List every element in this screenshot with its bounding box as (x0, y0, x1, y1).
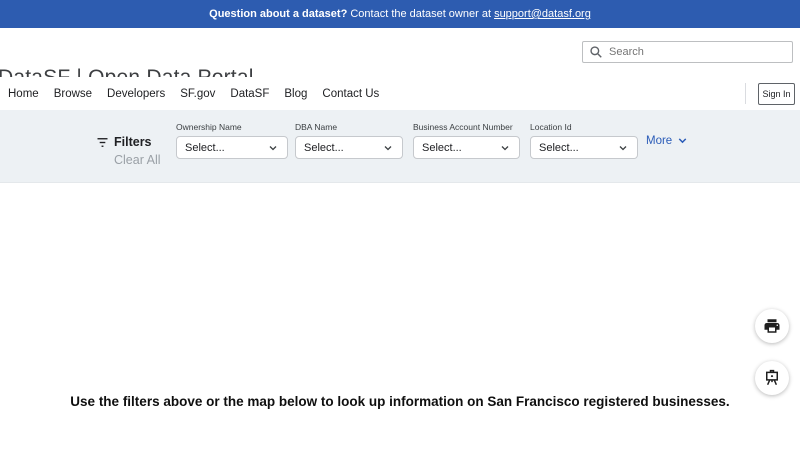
filter-label: DBA Name (295, 122, 403, 132)
nav-item-contact-us[interactable]: Contact Us (322, 88, 379, 100)
select-value: Select... (185, 142, 225, 154)
filter-bar: Filters Clear All Ownership Name Select.… (0, 110, 800, 183)
nav-item-home[interactable]: Home (8, 88, 39, 100)
filter-group-ownership-name: Ownership Name Select... (176, 122, 288, 159)
print-button[interactable] (755, 309, 789, 343)
nav-item-blog[interactable]: Blog (284, 88, 307, 100)
filter-select-business-account-number[interactable]: Select... (413, 136, 520, 159)
nav-item-sfgov[interactable]: SF.gov (180, 88, 215, 100)
nav-item-datasf[interactable]: DataSF (230, 88, 269, 100)
banner-email-link[interactable]: support@datasf.org (494, 8, 591, 20)
filter-group-dba-name: DBA Name Select... (295, 122, 403, 159)
instructions-text: Use the filters above or the map below t… (60, 391, 740, 412)
select-value: Select... (539, 142, 579, 154)
filter-select-ownership-name[interactable]: Select... (176, 136, 288, 159)
filter-select-dba-name[interactable]: Select... (295, 136, 403, 159)
banner-question-text: Question about a dataset? (209, 8, 347, 20)
chevron-down-icon (676, 134, 689, 147)
nav-bar: Home Browse Developers SF.gov DataSF Blo… (0, 77, 800, 110)
filters-title: Filters (114, 135, 152, 149)
clear-all-button[interactable]: Clear All (114, 153, 161, 167)
more-label: More (646, 135, 672, 147)
filter-label: Location Id (530, 122, 638, 132)
filter-group-business-account-number: Business Account Number Select... (413, 122, 520, 159)
presentation-button[interactable] (755, 361, 789, 395)
select-value: Select... (304, 142, 344, 154)
chevron-down-icon (499, 142, 511, 154)
top-banner: Question about a dataset? Contact the da… (0, 0, 800, 28)
chevron-down-icon (617, 142, 629, 154)
filter-label: Ownership Name (176, 122, 288, 132)
sign-in-button[interactable]: Sign In (758, 83, 795, 105)
select-value: Select... (422, 142, 462, 154)
nav-divider (745, 83, 746, 104)
nav-item-developers[interactable]: Developers (107, 88, 165, 100)
chevron-down-icon (382, 142, 394, 154)
presentation-easel-icon (763, 369, 781, 387)
main-content: Use the filters above or the map below t… (0, 184, 800, 450)
filter-group-location-id: Location Id Select... (530, 122, 638, 159)
filter-label: Business Account Number (413, 122, 520, 132)
more-filters-button[interactable]: More (646, 134, 689, 147)
instructions-message: Use the filters above or the map below t… (60, 391, 740, 412)
print-icon (763, 317, 781, 335)
filter-list-icon (95, 135, 110, 150)
filter-select-location-id[interactable]: Select... (530, 136, 638, 159)
search-box (582, 41, 793, 63)
datasf-portal-page: Question about a dataset? Contact the da… (0, 0, 800, 450)
chevron-down-icon (267, 142, 279, 154)
nav-item-browse[interactable]: Browse (54, 88, 92, 100)
search-input[interactable] (582, 41, 793, 63)
banner-contact-text: Contact the dataset owner at (347, 8, 494, 20)
nav-items: Home Browse Developers SF.gov DataSF Blo… (8, 77, 379, 110)
